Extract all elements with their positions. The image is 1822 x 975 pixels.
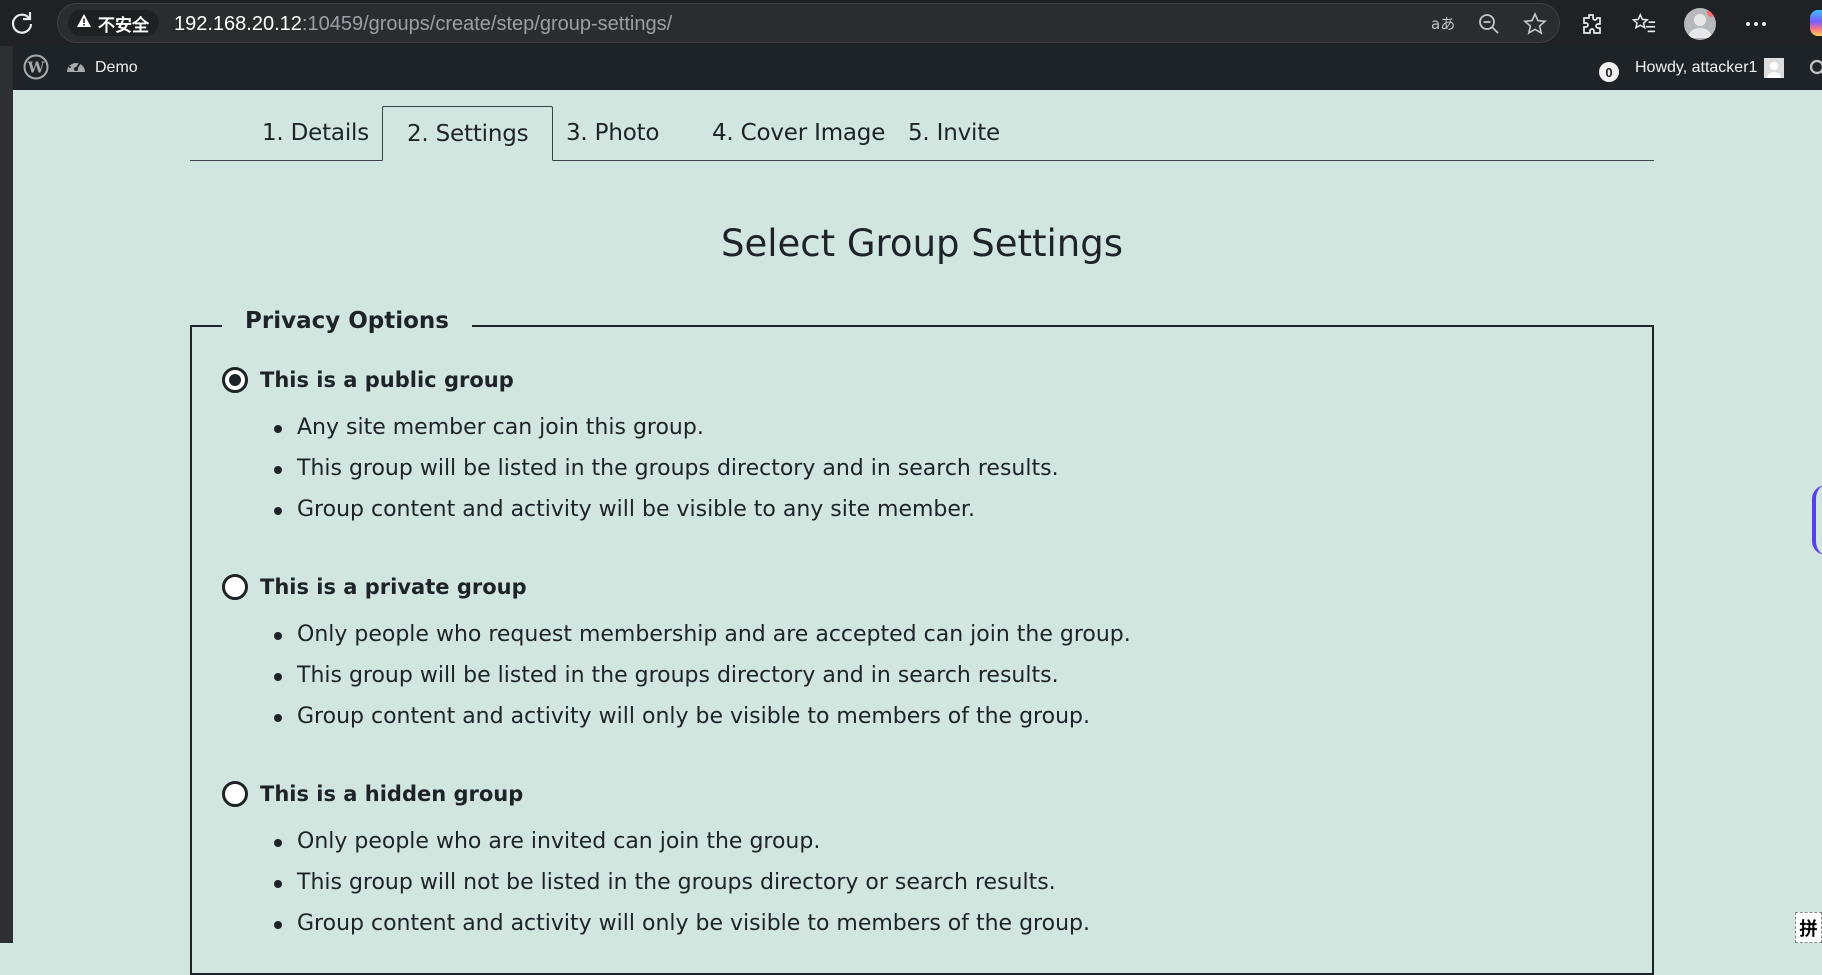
svg-text:W: W: [27, 59, 46, 77]
tab-photo[interactable]: 3. Photo: [542, 106, 683, 160]
user-avatar: [1764, 58, 1784, 78]
privacy-options-legend: Privacy Options: [222, 308, 472, 334]
reload-icon[interactable]: [8, 9, 36, 37]
howdy-text: Howdy, attacker1: [1635, 59, 1757, 77]
warning-icon: [76, 13, 92, 34]
list-item: This group will not be listed in the gro…: [274, 862, 1090, 903]
group-create-steps: 1. Details 2. Settings 3. Photo 4. Cover…: [190, 106, 1654, 161]
tab-label: 3. Photo: [566, 120, 659, 146]
option-description-list: Only people who request membership and a…: [222, 614, 1131, 737]
url-path: :10459/groups/create/step/group-settings…: [302, 13, 672, 35]
security-label: 不安全: [98, 11, 149, 36]
site-name: Demo: [95, 59, 138, 77]
hidden-group-radio[interactable]: [222, 781, 248, 807]
read-aloud-icon[interactable]: aあ: [1431, 12, 1455, 36]
option-label[interactable]: This is a private group: [260, 575, 527, 599]
tab-label: 4. Cover Image: [712, 120, 885, 146]
copilot-icon[interactable]: [1810, 10, 1822, 36]
list-item: This group will be listed in the groups …: [274, 448, 1059, 489]
wordpress-logo-icon[interactable]: W: [23, 54, 49, 80]
search-icon[interactable]: [1808, 58, 1822, 80]
list-item: Only people who are invited can join the…: [274, 821, 1090, 862]
more-menu-icon[interactable]: [1744, 12, 1768, 36]
url-text[interactable]: 192.168.20.12:10459/groups/create/step/g…: [174, 13, 672, 36]
security-indicator[interactable]: 不安全: [68, 10, 159, 36]
tab-label: 2. Settings: [407, 121, 528, 147]
tab-invite[interactable]: 5. Invite: [884, 106, 1024, 160]
favorites-list-icon[interactable]: [1632, 12, 1656, 36]
list-item: Any site member can join this group.: [274, 407, 1059, 448]
side-panel-handle[interactable]: [1812, 485, 1822, 555]
list-item: Only people who request membership and a…: [274, 614, 1131, 655]
wp-admin-bar: W Demo 0 Howdy, attacker1: [13, 46, 1822, 90]
list-item: Group content and activity will only be …: [274, 696, 1131, 737]
page-title: Select Group Settings: [190, 222, 1654, 265]
browser-toolbar: 不安全 192.168.20.12:10459/groups/create/st…: [0, 0, 1822, 46]
privacy-options-fieldset: Privacy Options This is a public group A…: [190, 325, 1654, 975]
notification-count-badge[interactable]: 0: [1599, 62, 1619, 82]
privacy-option-public: This is a public group Any site member c…: [222, 367, 1059, 530]
tab-cover-image[interactable]: 4. Cover Image: [688, 106, 909, 160]
window-edge: [0, 46, 13, 943]
list-item: Group content and activity will be visib…: [274, 489, 1059, 530]
option-description-list: Any site member can join this group. Thi…: [222, 407, 1059, 530]
favorite-star-icon[interactable]: [1523, 12, 1547, 36]
list-item: Group content and activity will only be …: [274, 903, 1090, 944]
option-description-list: Only people who are invited can join the…: [222, 821, 1090, 944]
address-bar[interactable]: 不安全 192.168.20.12:10459/groups/create/st…: [57, 3, 1560, 43]
privacy-option-hidden: This is a hidden group Only people who a…: [222, 781, 1090, 944]
svg-text:aあ: aあ: [1431, 15, 1455, 33]
extensions-icon[interactable]: [1580, 12, 1604, 36]
tab-label: 5. Invite: [908, 120, 1000, 146]
notification-dot: [1707, 8, 1716, 17]
profile-avatar-icon[interactable]: [1684, 8, 1716, 40]
tab-settings[interactable]: 2. Settings: [382, 106, 553, 161]
ime-indicator[interactable]: 拼: [1795, 912, 1822, 943]
privacy-option-private: This is a private group Only people who …: [222, 574, 1131, 737]
tab-details[interactable]: 1. Details: [238, 106, 393, 160]
option-label[interactable]: This is a public group: [260, 368, 514, 392]
url-host: 192.168.20.12: [174, 13, 302, 35]
list-item: This group will be listed in the groups …: [274, 655, 1131, 696]
site-name-link[interactable]: Demo: [65, 46, 138, 90]
dashboard-icon: [65, 57, 87, 80]
tab-label: 1. Details: [262, 120, 369, 146]
public-group-radio[interactable]: [222, 367, 248, 393]
option-label[interactable]: This is a hidden group: [260, 782, 523, 806]
my-account-link[interactable]: Howdy, attacker1: [1635, 46, 1784, 90]
zoom-out-icon[interactable]: [1477, 12, 1501, 36]
private-group-radio[interactable]: [222, 574, 248, 600]
